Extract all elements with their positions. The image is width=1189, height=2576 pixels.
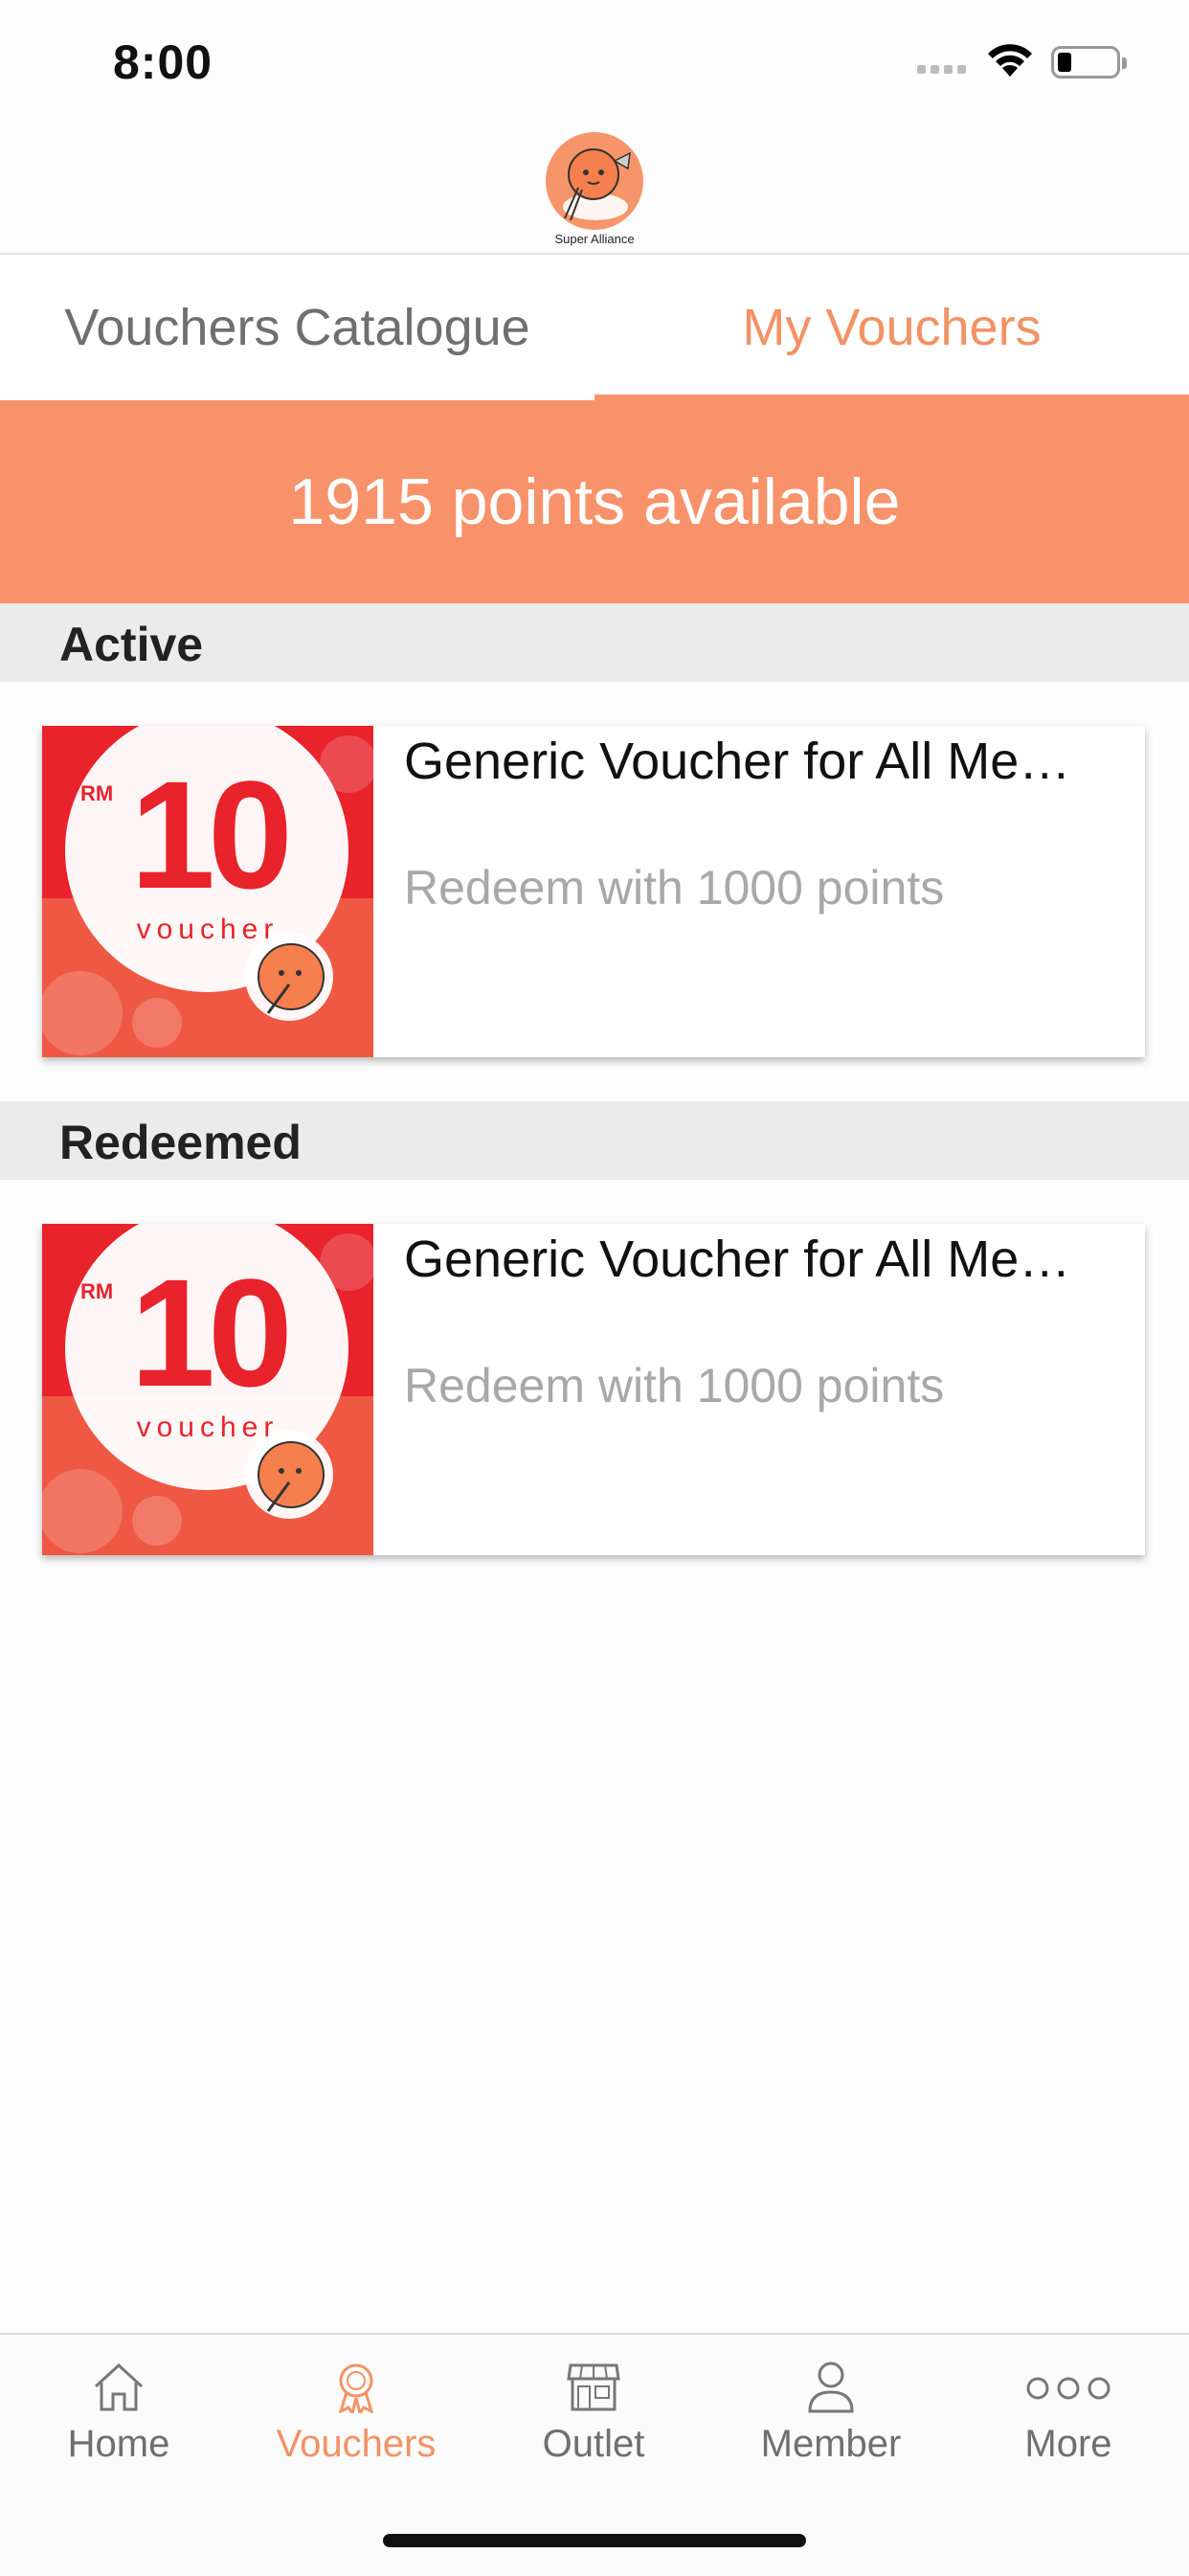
wifi-icon bbox=[984, 40, 1036, 83]
tab-my-vouchers[interactable]: My Vouchers bbox=[594, 255, 1189, 400]
app-header: Super Alliance bbox=[0, 124, 1189, 255]
voucher-amount: 10 bbox=[130, 1247, 293, 1418]
store-icon bbox=[567, 2363, 620, 2411]
section-title: Active bbox=[59, 618, 204, 671]
voucher-points: Redeem with 1000 points bbox=[404, 1359, 945, 1412]
logo-caption: Super Alliance bbox=[554, 232, 635, 246]
voucher-badge-icon bbox=[338, 2363, 374, 2413]
voucher-word: voucher bbox=[136, 914, 280, 945]
more-dots-icon bbox=[1026, 2377, 1110, 2400]
voucher-image: RM 10 voucher bbox=[42, 1224, 373, 1555]
home-indicator[interactable] bbox=[383, 2534, 806, 2547]
tabbar-item-home[interactable]: Home bbox=[23, 2360, 214, 2503]
voucher-image: RM 10 voucher bbox=[42, 726, 373, 1057]
tabbar-item-more[interactable]: More bbox=[973, 2360, 1164, 2503]
brand-logo bbox=[546, 132, 643, 230]
status-time: 8:00 bbox=[113, 35, 213, 89]
segment-tabs: Vouchers Catalogue My Vouchers bbox=[0, 255, 1189, 402]
voucher-points: Redeem with 1000 points bbox=[404, 861, 945, 915]
section-title: Redeemed bbox=[59, 1116, 302, 1169]
section-header-redeemed: Redeemed bbox=[0, 1101, 1189, 1180]
status-bar: 8:00 bbox=[0, 0, 1189, 124]
voucher-title: Generic Voucher for All Me… bbox=[404, 733, 1071, 790]
cellular-signal-icon bbox=[917, 65, 966, 74]
tabbar-label: Home bbox=[67, 2423, 170, 2465]
voucher-word: voucher bbox=[136, 1412, 280, 1443]
tabbar-label: Member bbox=[760, 2423, 902, 2465]
voucher-card[interactable]: RM 10 voucher Generic Voucher for All Me… bbox=[42, 726, 1145, 1057]
tabbar-label: More bbox=[1024, 2423, 1112, 2465]
points-banner: 1915 points available bbox=[0, 400, 1189, 603]
voucher-amount: 10 bbox=[130, 749, 293, 920]
person-icon bbox=[808, 2361, 854, 2413]
home-icon bbox=[94, 2362, 144, 2411]
tabbar-item-member[interactable]: Member bbox=[735, 2360, 927, 2503]
tab-vouchers-catalogue[interactable]: Vouchers Catalogue bbox=[0, 255, 594, 400]
tabbar-item-outlet[interactable]: Outlet bbox=[498, 2360, 689, 2503]
tabbar-item-vouchers[interactable]: Vouchers bbox=[260, 2360, 452, 2503]
section-header-active: Active bbox=[0, 603, 1189, 682]
voucher-title: Generic Voucher for All Me… bbox=[404, 1231, 1071, 1288]
tabbar-label: Outlet bbox=[542, 2423, 645, 2465]
tabbar-label: Vouchers bbox=[276, 2423, 437, 2465]
battery-icon bbox=[1051, 46, 1127, 79]
voucher-card[interactable]: RM 10 voucher Generic Voucher for All Me… bbox=[42, 1224, 1145, 1555]
points-available-text: 1915 points available bbox=[288, 465, 901, 538]
